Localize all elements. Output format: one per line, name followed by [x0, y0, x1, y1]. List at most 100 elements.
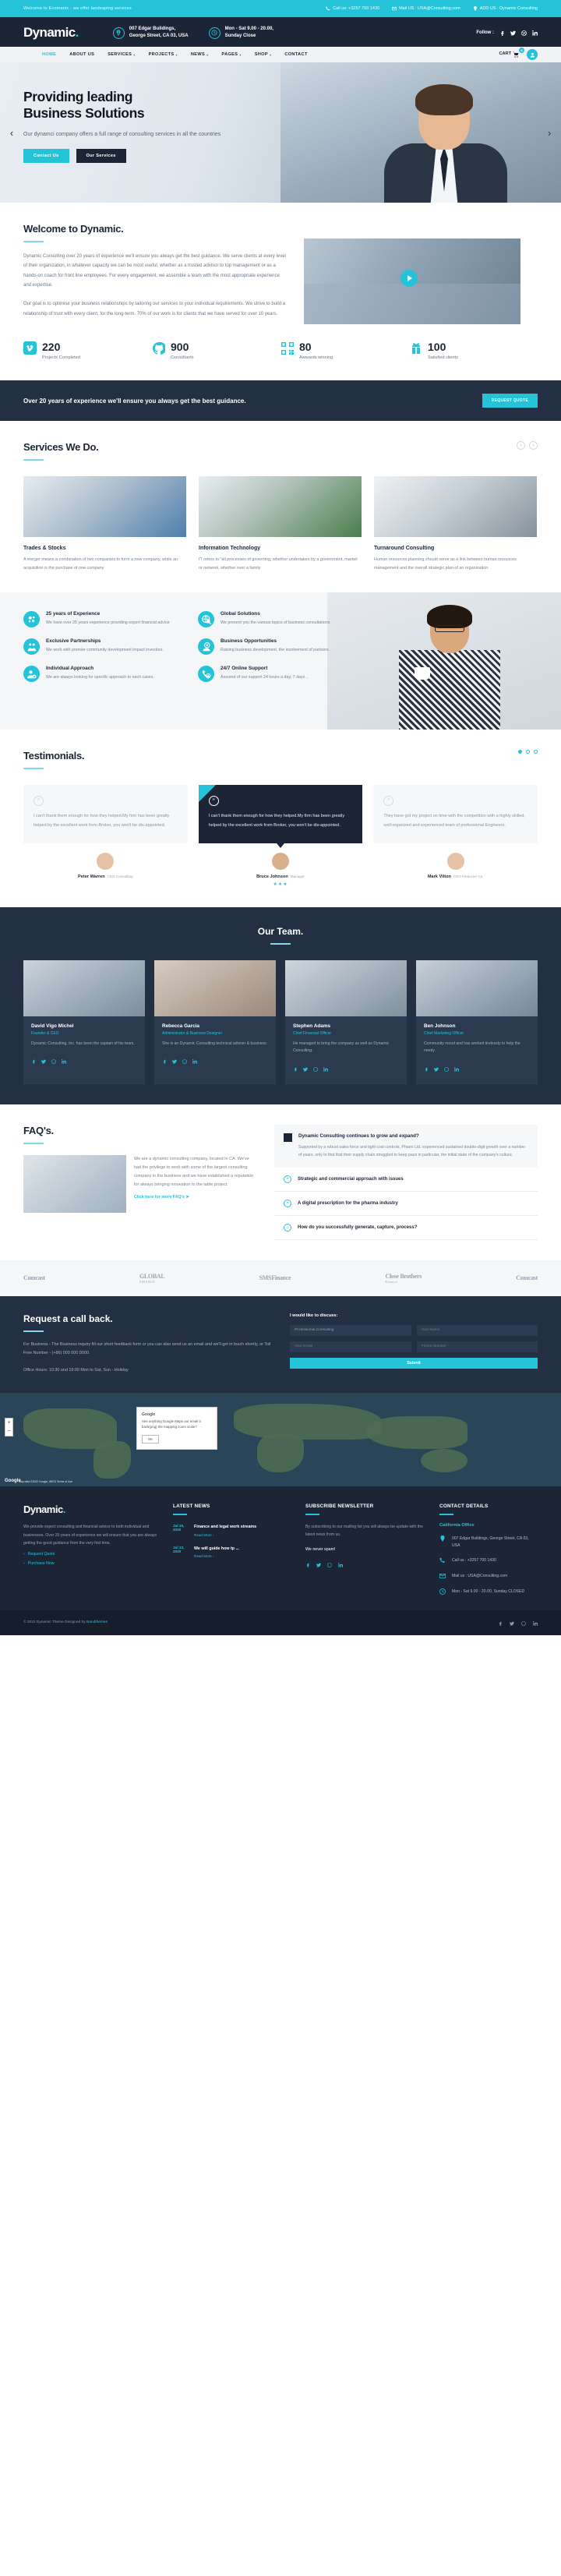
facebook-icon[interactable] [162, 1054, 167, 1068]
map-attribution: Map data ©2022 Google, INEGI Terms of Us… [19, 1480, 72, 1484]
submit-button[interactable]: Submit [290, 1357, 538, 1369]
topbar-mail[interactable]: Mail US : USA@Consulting.com [392, 6, 460, 11]
cart-button[interactable]: CART 0 [499, 48, 524, 58]
name-field[interactable] [416, 1324, 538, 1336]
testimonial-card-active: ” I can't thank them enough for how they… [198, 785, 363, 843]
feature-desc: We present you the various topics of bus… [221, 620, 330, 626]
site-logo[interactable]: Dynamic. [23, 25, 79, 41]
linkedin-icon[interactable] [192, 1054, 197, 1068]
twitter-icon[interactable] [41, 1054, 46, 1068]
feature-item: 24/7 Online Support Assured of our suppo… [198, 666, 358, 683]
team-member-photo [416, 959, 538, 1016]
faq-item[interactable]: → How do you successfully generate, capt… [274, 1216, 538, 1240]
dribbble-icon[interactable] [182, 1054, 187, 1068]
service-card[interactable]: Turnaround Consulting Human resources pl… [374, 476, 537, 572]
footer-logo[interactable]: Dynamic. [23, 1504, 157, 1515]
nav-item-pages[interactable]: PAGES ▾ [221, 52, 241, 57]
services-prev-arrow[interactable]: ‹ [517, 441, 525, 450]
facebook-icon[interactable] [499, 26, 505, 40]
hero-next-arrow[interactable]: › [544, 127, 555, 139]
pagination-dot-3[interactable] [534, 750, 538, 754]
twitter-icon[interactable] [316, 1557, 321, 1571]
twitter-icon[interactable] [172, 1054, 177, 1068]
map-popup-ok-button[interactable]: OK [142, 1434, 160, 1443]
hero-slider: Providing leading Business Solutions Our … [0, 62, 561, 203]
hero-content: Providing leading Business Solutions Our … [23, 89, 257, 164]
twitter-icon[interactable] [510, 26, 516, 40]
dribbble-icon[interactable] [521, 26, 527, 40]
facebook-icon[interactable] [424, 1062, 429, 1076]
service-card[interactable]: Information Technology IT refers to "all… [199, 476, 362, 572]
map-section[interactable]: + − Google See anything Google Maps our … [0, 1393, 561, 1487]
topbar-address[interactable]: ADD US : Dynamic Consulting [473, 6, 538, 11]
twitter-icon[interactable] [303, 1062, 308, 1076]
facebook-icon[interactable] [498, 1616, 503, 1630]
dribbble-icon[interactable] [521, 1616, 526, 1630]
request-quote-button[interactable]: REQUEST QUOTE [482, 394, 538, 408]
pagination-dot-2[interactable] [526, 750, 530, 754]
faq-open-item[interactable]: Dynamic Consulting continues to grow and… [274, 1124, 538, 1168]
welcome-section: Welcome to Dynamic. Dynamic Consulting o… [0, 203, 561, 380]
team-member-card[interactable]: Rebecca Garcia Administrator & Business … [154, 959, 276, 1084]
linkedin-icon[interactable] [532, 1616, 538, 1630]
facebook-icon[interactable] [293, 1062, 298, 1076]
linkedin-icon[interactable] [453, 1062, 459, 1076]
nav-item-home[interactable]: HOME [42, 52, 56, 57]
footer-mail-row[interactable]: Mail us : USA@Consulting.com [439, 1573, 538, 1581]
video-play-button[interactable] [400, 270, 418, 287]
facebook-icon[interactable] [305, 1557, 310, 1571]
services-next-arrow[interactable]: › [529, 441, 538, 450]
dribbble-icon[interactable] [444, 1062, 449, 1076]
feature-desc: We are always looking for specific appro… [46, 675, 154, 680]
faq-item[interactable]: + A digital prescription for the pharma … [274, 1192, 538, 1216]
dribbble-icon[interactable] [327, 1557, 332, 1571]
faq-item[interactable]: + Strategic and commercial approach with… [274, 1168, 538, 1192]
service-title: Trades & Stocks [23, 546, 66, 552]
dribbble-icon[interactable] [51, 1054, 56, 1068]
nav-item-projects[interactable]: PROJECTS ▾ [149, 52, 178, 57]
feature-title: Individual Approach [46, 666, 94, 672]
phone-field[interactable] [416, 1341, 538, 1352]
hero-services-button[interactable]: Our Services [76, 149, 126, 164]
linkedin-icon[interactable] [323, 1062, 328, 1076]
footer-purchase-now-link[interactable]: › Purchase Now [23, 1561, 157, 1566]
news-read-more[interactable]: Read More › [194, 1533, 256, 1537]
map-zoom-controls[interactable]: + − [5, 1418, 13, 1437]
footer-news-item[interactable]: Jul 13, 2020 We will guide how tp ... Re… [173, 1546, 290, 1558]
twitter-icon[interactable] [510, 1616, 514, 1630]
footer-news-item[interactable]: Jul 15, 2020 Finance and legal work stre… [173, 1524, 290, 1536]
twitter-icon[interactable] [434, 1062, 439, 1076]
pagination-dot-1[interactable] [518, 750, 522, 754]
linkedin-icon[interactable] [531, 26, 538, 40]
nav-item-contact[interactable]: CONTACT [284, 52, 307, 57]
zoom-in-button[interactable]: + [5, 1419, 12, 1427]
footer-phone-row[interactable]: Call us : +3257 700 1430 [439, 1557, 538, 1565]
linkedin-icon[interactable] [337, 1557, 343, 1571]
nav-item-services[interactable]: SERVICES ▾ [108, 52, 135, 57]
service-card[interactable]: Trades & Stocks A merger means a combina… [23, 476, 186, 572]
author-name: Peter Warren [78, 874, 105, 879]
team-member-photo [23, 959, 145, 1016]
nav-item-shop[interactable]: SHOP ▾ [255, 52, 272, 57]
team-member-card[interactable]: Stephen Adams Chief Financial Officer He… [285, 959, 407, 1084]
team-member-card[interactable]: Ben Johnson Chief Marketing Officer Comm… [416, 959, 538, 1084]
mail-icon [392, 6, 397, 11]
user-account-button[interactable] [527, 49, 538, 60]
hero-contact-button[interactable]: Contact Us [23, 149, 69, 164]
nav-item-about-us[interactable]: ABOUT US [69, 52, 94, 57]
linkedin-icon[interactable] [61, 1054, 66, 1068]
footer-request-quote-link[interactable]: › Request Quote [23, 1552, 157, 1557]
facebook-icon[interactable] [31, 1054, 36, 1068]
team-member-card[interactable]: David Vigo Michel Founder & CEO Dynamic … [23, 959, 145, 1084]
hero-prev-arrow[interactable]: ‹ [6, 127, 17, 139]
stat-value: 100 [428, 341, 446, 353]
cta-text: Over 20 years of experience we'll ensure… [23, 397, 246, 405]
zoom-out-button[interactable]: − [5, 1427, 12, 1436]
news-read-more[interactable]: Read More › [194, 1554, 239, 1558]
nav-item-news[interactable]: NEWS ▾ [191, 52, 209, 57]
email-field[interactable] [290, 1341, 411, 1352]
dribbble-icon[interactable] [313, 1062, 318, 1076]
discuss-topic-select[interactable] [290, 1324, 411, 1336]
topbar-phone[interactable]: Call us: +3257 700 1430 [326, 6, 379, 11]
location-pin-icon [112, 27, 125, 39]
